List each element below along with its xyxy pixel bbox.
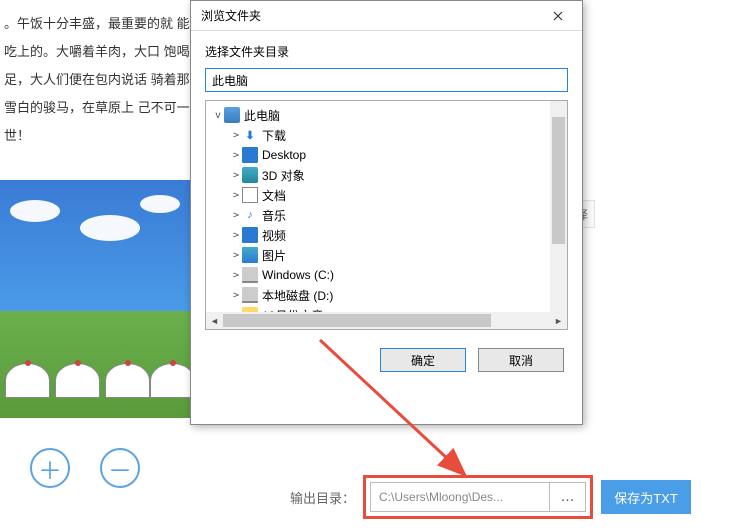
tree-item-label: 文档 — [262, 187, 286, 204]
dialog-title: 浏览文件夹 — [201, 7, 261, 24]
expand-arrow-icon[interactable]: > — [230, 210, 242, 221]
dl-icon: ⬇ — [242, 127, 258, 143]
zoom-in-button[interactable]: ＋ — [30, 448, 70, 488]
output-highlight-box: C:\Users\Mloong\Des... ... — [363, 475, 593, 519]
output-label: 输出目录： — [290, 488, 355, 507]
cancel-button[interactable]: 取消 — [478, 348, 564, 372]
music-icon: ♪ — [242, 207, 258, 223]
save-txt-button[interactable]: 保存为TXT — [601, 480, 691, 514]
tree-item-label: Windows (C:) — [262, 268, 334, 282]
dialog-titlebar: 浏览文件夹 — [191, 1, 582, 31]
preview-image — [0, 180, 190, 418]
expand-arrow-icon[interactable]: > — [230, 270, 242, 281]
scroll-right-button[interactable]: ► — [550, 312, 567, 329]
expand-arrow-icon[interactable]: > — [230, 190, 242, 201]
expand-arrow-icon[interactable]: > — [230, 130, 242, 141]
pc-icon — [224, 107, 240, 123]
tree-item[interactable]: > Desktop — [206, 145, 567, 165]
tree-item[interactable]: > 本地磁盘 (D:) — [206, 285, 567, 305]
tree-item[interactable]: >3D 对象 — [206, 165, 567, 185]
expand-arrow-icon[interactable]: > — [230, 150, 242, 161]
expand-arrow-icon[interactable]: > — [230, 250, 242, 261]
expand-arrow-icon[interactable]: v — [212, 110, 224, 121]
tree-item-label: 音乐 — [262, 207, 286, 224]
desk-icon — [242, 147, 258, 163]
tree-item[interactable]: >♪音乐 — [206, 205, 567, 225]
output-browse-button[interactable]: ... — [550, 482, 586, 512]
close-icon — [553, 11, 563, 21]
folder-tree[interactable]: v此电脑>⬇下载>Desktop>3D 对象>文档>♪音乐>视频>图片>Wind… — [206, 101, 567, 313]
tree-item-label: 视频 — [262, 227, 286, 244]
3d-icon — [242, 167, 258, 183]
scroll-left-button[interactable]: ◄ — [206, 312, 223, 329]
tree-item[interactable]: v 此电脑 — [206, 105, 567, 125]
tree-item-label: 本地磁盘 (D:) — [262, 287, 333, 304]
doc-icon — [242, 187, 258, 203]
vertical-scrollbar[interactable] — [550, 101, 567, 312]
tree-item[interactable]: > 视频 — [206, 225, 567, 245]
output-path-field[interactable]: C:\Users\Mloong\Des... — [370, 482, 550, 512]
drive-icon — [242, 267, 258, 283]
dialog-subtitle: 选择文件夹目录 — [191, 31, 582, 68]
tree-item-label: 3D 对象 — [262, 167, 305, 184]
close-button[interactable] — [538, 3, 578, 29]
expand-arrow-icon[interactable]: > — [230, 290, 242, 301]
background-text: 。午饭十分丰盛，最重要的就 能吃上的。大嚼着羊肉，大口 饱喝足，大人们便在包内说… — [0, 10, 190, 150]
folder-path-input[interactable]: 此电脑 — [205, 68, 568, 92]
tree-item-label: 此电脑 — [244, 107, 280, 124]
tree-item-label: 图片 — [262, 247, 286, 264]
horizontal-scrollbar[interactable]: ◄ ► — [206, 312, 567, 329]
tree-item-label: Desktop — [262, 148, 306, 162]
drive-icon — [242, 287, 258, 303]
tree-item[interactable]: > 图片 — [206, 245, 567, 265]
browse-folder-dialog: 浏览文件夹 选择文件夹目录 此电脑 v此电脑>⬇下载>Desktop>3D 对象… — [190, 0, 583, 425]
folder-tree-container: v此电脑>⬇下载>Desktop>3D 对象>文档>♪音乐>视频>图片>Wind… — [205, 100, 568, 330]
expand-arrow-icon[interactable]: > — [230, 230, 242, 241]
tree-item[interactable]: >⬇下载 — [206, 125, 567, 145]
expand-arrow-icon[interactable]: > — [230, 170, 242, 181]
pic-icon — [242, 247, 258, 263]
tree-item[interactable]: > Windows (C:) — [206, 265, 567, 285]
tree-item-label: 下载 — [262, 127, 286, 144]
video-icon — [242, 227, 258, 243]
zoom-out-button[interactable]: － — [100, 448, 140, 488]
tree-item[interactable]: > 文档 — [206, 185, 567, 205]
ok-button[interactable]: 确定 — [380, 348, 466, 372]
